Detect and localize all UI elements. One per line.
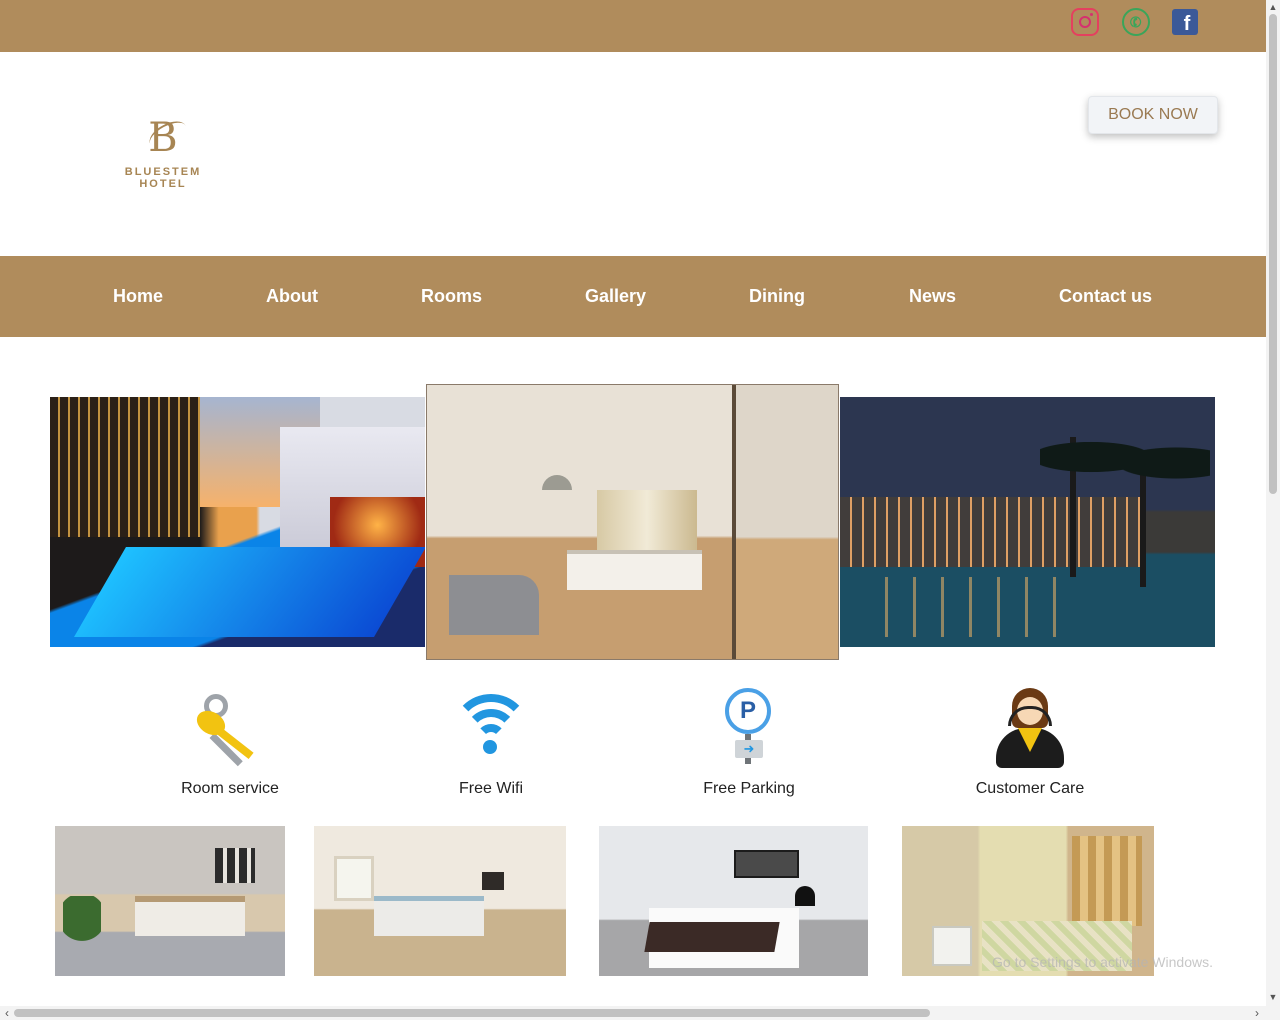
- pool-water: [74, 547, 425, 637]
- bedside-lamp: [795, 886, 815, 906]
- nav-rooms[interactable]: Rooms: [421, 286, 482, 307]
- facebook-icon[interactable]: f: [1172, 9, 1198, 35]
- bed: [135, 896, 245, 936]
- scroll-right-icon[interactable]: ›: [1251, 1007, 1263, 1019]
- whatsapp-icon[interactable]: ✆: [1122, 8, 1150, 36]
- parking-arrow-sign: ➜: [735, 740, 763, 758]
- logo-name: BLUESTEM HOTEL: [124, 166, 202, 190]
- horizontal-scroll-thumb[interactable]: [14, 1009, 930, 1017]
- scroll-left-icon[interactable]: ‹: [1, 1007, 13, 1019]
- parking-icon: P ➜: [709, 688, 789, 768]
- nav-dining[interactable]: Dining: [749, 286, 805, 307]
- nav-home[interactable]: Home: [113, 286, 163, 307]
- instagram-icon[interactable]: [1071, 8, 1099, 36]
- wifi-dot: [483, 740, 497, 754]
- potted-plant: [63, 896, 101, 966]
- wall-art: [734, 850, 799, 878]
- nav-news[interactable]: News: [909, 286, 956, 307]
- rooftop-pool-photo[interactable]: [50, 397, 425, 647]
- nav-contact-us[interactable]: Contact us: [1059, 286, 1152, 307]
- windows-activation-watermark: Go to Settings to activate Windows.: [992, 954, 1213, 970]
- pendant-lamp: [542, 475, 572, 490]
- room-bed: [567, 550, 702, 590]
- vertical-scroll-thumb[interactable]: [1269, 14, 1277, 494]
- palm-leaves: [1040, 427, 1210, 487]
- city-buildings: [50, 397, 200, 537]
- parking-letter: P: [739, 697, 756, 724]
- curtains: [1072, 836, 1142, 926]
- book-now-button[interactable]: BOOK NOW: [1088, 96, 1218, 134]
- pool-reflections: [860, 577, 1060, 637]
- resort-night-photo[interactable]: [840, 397, 1215, 647]
- whatsapp-phone-glyph: ✆: [1127, 12, 1145, 32]
- gallery-photo-bedroom-2[interactable]: [314, 826, 566, 976]
- top-bar: ✆ f: [0, 0, 1266, 52]
- hotel-room-photo[interactable]: [426, 384, 839, 660]
- hotel-logo[interactable]: B BLUESTEM HOTEL: [100, 115, 226, 190]
- page: ✆ f B BLUESTEM HOTEL BOOK NOW Home About…: [0, 0, 1280, 1020]
- horizontal-scrollbar[interactable]: ‹ ›: [0, 1006, 1280, 1020]
- main-nav: Home About Rooms Gallery Dining News Con…: [0, 256, 1266, 337]
- amenity-label: Room service: [181, 780, 279, 797]
- amenity-label: Customer Care: [975, 780, 1085, 797]
- customer-care-icon: [990, 688, 1070, 768]
- nightstand: [932, 926, 972, 966]
- wall-art: [215, 848, 255, 883]
- instagram-dot: [1090, 13, 1093, 16]
- instagram-lens: [1079, 16, 1091, 28]
- facebook-glyph: f: [1183, 13, 1191, 35]
- room-sofa: [449, 575, 539, 635]
- amenity-label: Free Wifi: [459, 780, 523, 797]
- window: [334, 856, 374, 901]
- wifi-icon: [451, 688, 531, 768]
- scroll-up-icon[interactable]: ▲: [1268, 2, 1278, 12]
- key-icon: [190, 688, 270, 768]
- resort-building: [840, 497, 1140, 567]
- vertical-scrollbar[interactable]: ▲ ▼: [1266, 0, 1280, 1006]
- parking-sign-circle: P: [725, 688, 771, 734]
- amenity-label: Free Parking: [703, 780, 795, 797]
- room-mirror: [732, 385, 838, 659]
- gallery-photo-bedroom-1[interactable]: [55, 826, 285, 976]
- bed: [374, 896, 484, 936]
- television: [482, 872, 504, 890]
- nav-about[interactable]: About: [266, 286, 318, 307]
- nav-gallery[interactable]: Gallery: [585, 286, 646, 307]
- gallery-photo-bedroom-3[interactable]: [599, 826, 868, 976]
- bed-throw: [644, 922, 780, 952]
- scroll-down-icon[interactable]: ▼: [1268, 992, 1278, 1002]
